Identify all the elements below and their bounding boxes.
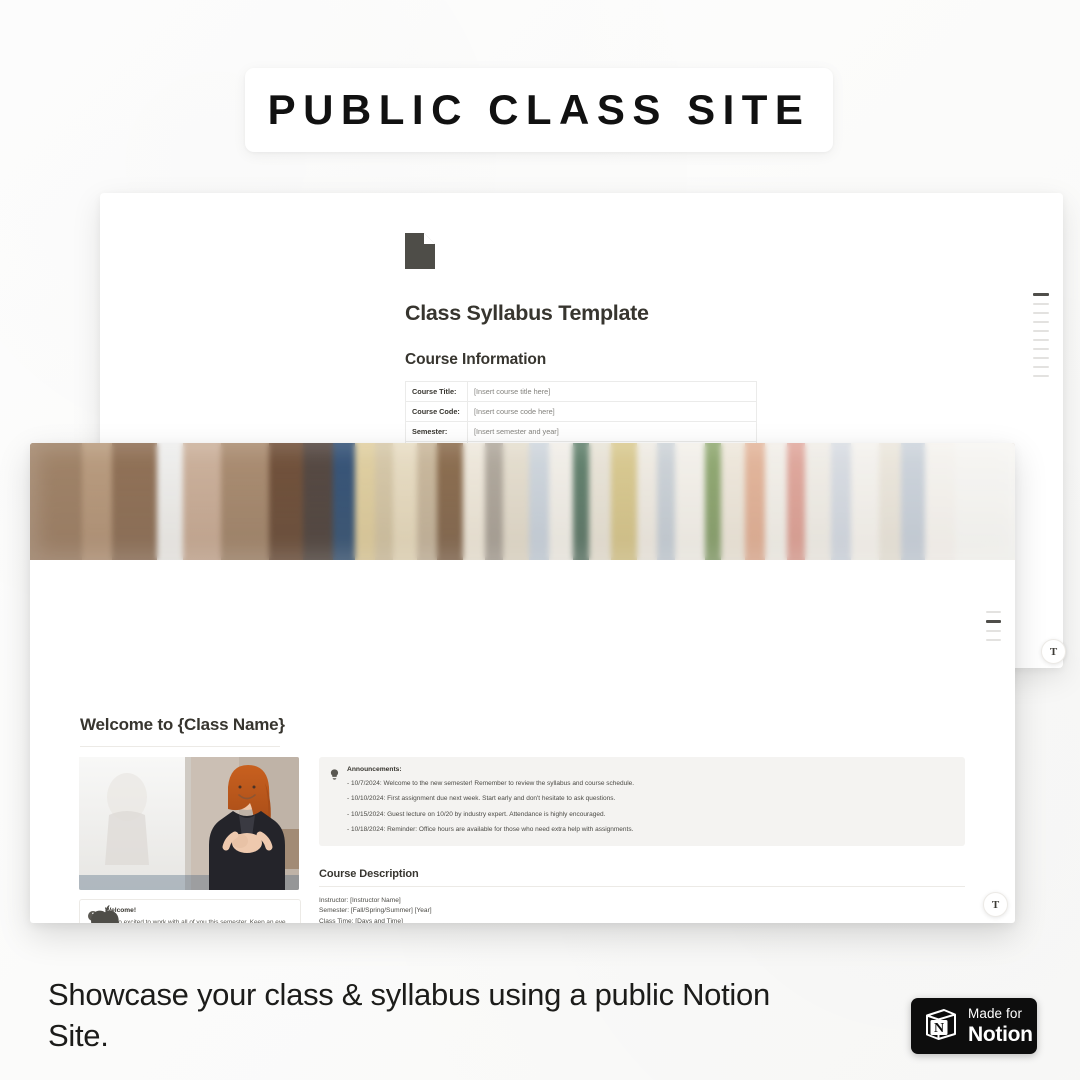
row-key: Course Code: — [405, 401, 468, 423]
toc-dash-active[interactable] — [986, 620, 1001, 623]
syllabus-title: Class Syllabus Template — [405, 301, 649, 325]
course-description-heading: Course Description — [319, 867, 419, 880]
svg-text:N: N — [934, 1021, 944, 1036]
hero-blur-overlay — [30, 443, 1015, 560]
table-row: Course Title: [Insert course title here] — [405, 380, 757, 403]
instructor-photo — [79, 757, 299, 890]
course-meta-item: Class Time: [Days and Time] — [319, 917, 403, 923]
callout-text: I'm so excited to work with all of you t… — [105, 918, 286, 923]
row-key: Semester: — [405, 421, 468, 443]
title-divider — [80, 746, 280, 747]
row-key: Course Title: — [405, 380, 468, 403]
course-information-heading: Course Information — [405, 351, 547, 368]
toc-dash[interactable] — [1033, 302, 1049, 305]
announcement-item: - 10/10/2024: First assignment due next … — [347, 795, 616, 803]
table-of-contents-nav-bottom[interactable] — [986, 611, 1001, 641]
apple-icon[interactable] — [88, 903, 122, 923]
announcements-title: Announcements: — [347, 766, 402, 773]
file-document-icon — [405, 233, 435, 269]
floating-action-badge-bottom[interactable]: T — [983, 892, 1008, 917]
made-for-notion-badge[interactable]: N Made for Notion — [911, 998, 1037, 1054]
section-divider — [319, 885, 965, 887]
announcement-item: - 10/18/2024: Reminder: Office hours are… — [347, 825, 634, 833]
toc-dash[interactable] — [986, 638, 1001, 641]
toc-dash[interactable] — [986, 611, 1001, 613]
page-title-banner: PUBLIC CLASS SITE — [245, 68, 833, 152]
announcement-item: - 10/7/2024: Welcome to the new semester… — [347, 780, 635, 787]
left-column: Welcome! I'm so excited to work with all… — [79, 757, 301, 923]
toc-dash[interactable] — [1033, 374, 1049, 377]
row-value[interactable]: [Insert course code here] — [467, 401, 757, 423]
toc-dash[interactable] — [1033, 311, 1049, 314]
announcements-callout: Announcements: - 10/7/2024: Welcome to t… — [319, 757, 965, 846]
table-of-contents-nav-top[interactable] — [1033, 293, 1049, 377]
callout-title: Welcome! — [105, 907, 137, 914]
caption-text: Showcase your class & syllabus using a p… — [48, 977, 770, 1053]
toc-dash[interactable] — [1033, 320, 1049, 323]
toc-dash[interactable] — [986, 629, 1001, 632]
toc-dash[interactable] — [1033, 347, 1049, 350]
right-column: Announcements: - 10/7/2024: Welcome to t… — [319, 757, 965, 923]
table-row: Course Code: [Insert course code here] — [405, 401, 757, 423]
fab-label: T — [991, 898, 1000, 911]
badge-notion-label: Notion — [968, 1022, 1033, 1046]
toc-dash[interactable] — [1033, 356, 1049, 359]
row-value[interactable]: [Insert course title here] — [467, 380, 757, 403]
page-title: PUBLIC CLASS SITE — [267, 86, 811, 133]
table-row: Semester: [Insert semester and year] — [405, 421, 757, 443]
toc-dash[interactable] — [1033, 338, 1049, 341]
toc-dash-active[interactable] — [1033, 293, 1049, 296]
fab-label: T — [1049, 645, 1058, 658]
site-page-title: Welcome to {Class Name} — [80, 715, 285, 734]
course-meta-item: Instructor: [Instructor Name] — [319, 896, 401, 904]
announcement-item: - 10/15/2024: Guest lecture on 10/20 by … — [347, 810, 606, 818]
hero-bookshelf-banner — [30, 443, 1015, 560]
lightbulb-icon — [330, 766, 340, 835]
class-site-body: Welcome to {Class Name} Welcome! excited… — [30, 560, 1015, 923]
floating-action-badge-top[interactable]: T — [1041, 639, 1066, 664]
course-meta-item: Semester: [Fall/Spring/Summer] [Year] — [319, 907, 432, 915]
notion-cube-logo: N — [923, 1006, 959, 1047]
row-value[interactable]: [Insert semester and year] — [467, 421, 757, 443]
syllabus-document-content: Class Syllabus Template Course Informati… — [405, 233, 765, 463]
course-meta-list: Instructor: [Instructor Name] Semester: … — [319, 896, 965, 924]
toc-dash[interactable] — [1033, 365, 1049, 368]
hero-book-spines — [30, 443, 1015, 560]
toc-dash[interactable] — [1033, 329, 1049, 332]
badge-made-for-label: Made for — [968, 1006, 1023, 1022]
class-site-window[interactable]: Welcome to {Class Name} Welcome! excited… — [30, 443, 1015, 923]
